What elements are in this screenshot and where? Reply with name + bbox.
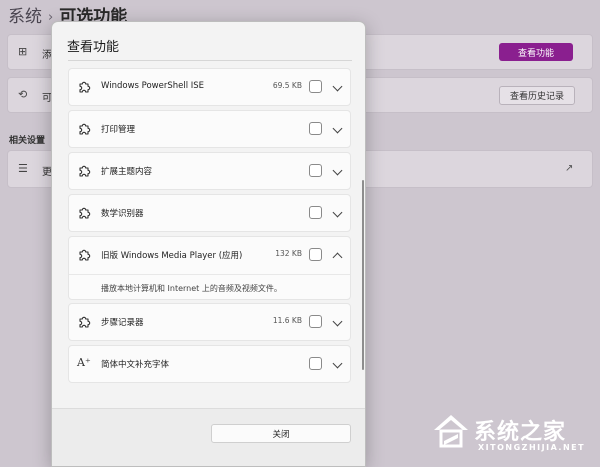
feature-item[interactable]: 数学识别器: [68, 194, 351, 232]
feature-name: 简体中文补充字体: [101, 360, 170, 370]
scrollbar[interactable]: [362, 180, 364, 370]
chevron-down-icon[interactable]: [332, 123, 343, 134]
feature-name: 扩展主题内容: [101, 167, 153, 177]
feature-checkbox[interactable]: [309, 248, 322, 261]
feature-size: 132 KB: [275, 249, 302, 258]
feature-item[interactable]: Windows PowerShell ISE 69.5 KB: [68, 68, 351, 106]
dialog-title: 查看功能: [67, 40, 120, 55]
chevron-down-icon[interactable]: [332, 207, 343, 218]
feature-item[interactable]: 扩展主题内容: [68, 152, 351, 190]
feature-checkbox[interactable]: [309, 122, 322, 135]
view-history-button[interactable]: 查看历史记录: [499, 86, 575, 105]
chevron-up-icon[interactable]: [332, 252, 343, 263]
feature-name: 打印管理: [101, 125, 136, 135]
feature-checkbox[interactable]: [309, 206, 322, 219]
external-link-icon[interactable]: ↗: [565, 163, 573, 174]
feature-checkbox[interactable]: [309, 164, 322, 177]
puzzle-icon: [79, 207, 91, 219]
view-features-button[interactable]: 查看功能: [499, 43, 573, 61]
chevron-down-icon[interactable]: [332, 165, 343, 176]
close-button[interactable]: 关闭: [211, 424, 351, 443]
list-icon: ☰: [18, 162, 28, 175]
chevron-down-icon[interactable]: [332, 316, 343, 327]
feature-list[interactable]: Windows PowerShell ISE 69.5 KB 打印管理扩展主题内容数…: [68, 60, 352, 416]
feature-description-panel: 播放本地计算机和 Internet 上的音频及视频文件。: [69, 274, 350, 299]
add-apps-icon: ⊞: [18, 45, 28, 58]
watermark-text: 系统之家: [474, 420, 567, 445]
puzzle-icon: [79, 123, 91, 135]
history-icon: ⟲: [18, 88, 28, 101]
feature-name: 旧版 Windows Media Player (应用): [101, 251, 243, 261]
chevron-down-icon[interactable]: [332, 81, 343, 92]
feature-name: 数学识别器: [101, 209, 144, 219]
puzzle-icon: [79, 81, 91, 93]
feature-item[interactable]: 步骤记录器 11.6 KB: [68, 303, 351, 341]
view-features-dialog: 查看功能 Windows PowerShell ISE 69.5 KB 打印管理扩展…: [51, 21, 366, 467]
watermark-subtext: XITONGZHIJIA.NET: [478, 443, 586, 452]
puzzle-icon: [79, 165, 91, 177]
puzzle-icon: [79, 316, 91, 328]
feature-size: 69.5 KB: [272, 81, 302, 90]
feature-item[interactable]: 旧版 Windows Media Player (应用) 132 KB 播放本地计算…: [68, 236, 351, 300]
watermark-logo: [434, 415, 468, 448]
related-settings-heading: 相关设置: [9, 136, 46, 146]
feature-checkbox[interactable]: [309, 315, 322, 328]
feature-description: 播放本地计算机和 Internet 上的音频及视频文件。: [101, 284, 282, 293]
feature-size: 11.6 KB: [272, 316, 302, 325]
breadcrumb-parent[interactable]: 系统: [8, 7, 42, 27]
font-icon: A⁺: [77, 356, 91, 369]
feature-item[interactable]: A⁺ 简体中文补充字体: [68, 345, 351, 383]
dialog-footer: 关闭: [52, 408, 365, 466]
puzzle-icon: [79, 249, 91, 261]
chevron-down-icon[interactable]: [332, 358, 343, 369]
feature-checkbox[interactable]: [309, 357, 322, 370]
feature-item[interactable]: 打印管理: [68, 110, 351, 148]
feature-name: Windows PowerShell ISE: [101, 81, 205, 91]
feature-checkbox[interactable]: [309, 80, 322, 93]
feature-name: 步骤记录器: [101, 318, 144, 328]
